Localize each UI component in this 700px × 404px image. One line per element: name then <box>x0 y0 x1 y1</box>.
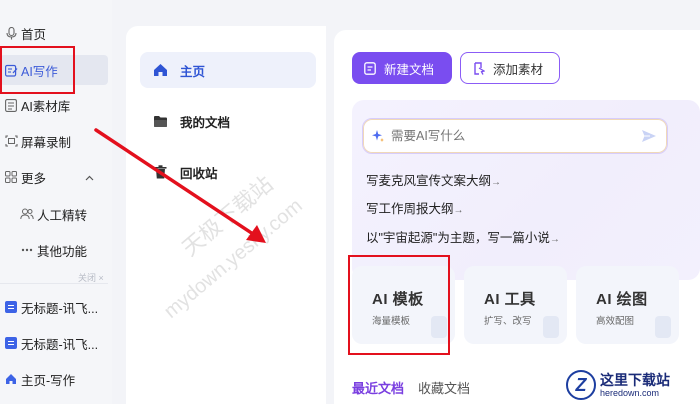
logo-cn-text: 这里下载站 <box>600 372 670 388</box>
site-logo: Z 这里下载站 heredown.com <box>566 366 700 404</box>
logo-mark: Z <box>566 370 596 400</box>
annotation-arrow <box>94 128 266 243</box>
logo-en-text: heredown.com <box>600 388 660 398</box>
